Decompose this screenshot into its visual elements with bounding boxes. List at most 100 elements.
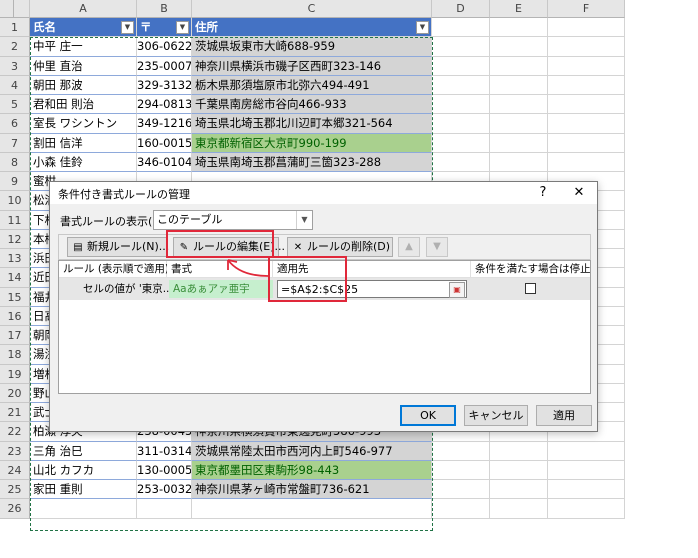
- row-header[interactable]: 20: [0, 383, 30, 403]
- empty-cell[interactable]: [432, 152, 490, 172]
- row-header[interactable]: 13: [0, 249, 30, 269]
- row-header[interactable]: 18: [0, 345, 30, 365]
- empty-cell[interactable]: [490, 133, 548, 153]
- row-header[interactable]: 19: [0, 364, 30, 384]
- new-rule-button[interactable]: ▤ 新規ルール(N)...: [67, 237, 169, 257]
- empty-cell[interactable]: [548, 75, 625, 95]
- postal-cell[interactable]: 346-0104: [137, 152, 192, 172]
- postal-cell[interactable]: 349-1216: [137, 114, 192, 134]
- empty-cell[interactable]: [548, 95, 625, 115]
- help-button[interactable]: ?: [528, 183, 558, 203]
- row-header[interactable]: 25: [0, 480, 30, 500]
- address-cell[interactable]: 神奈川県横浜市磯子区西町323-146: [192, 56, 432, 76]
- postal-cell[interactable]: 311-0314: [137, 441, 192, 461]
- empty-cell[interactable]: [490, 37, 548, 57]
- name-cell[interactable]: 仲里 直治: [30, 56, 137, 76]
- row-header[interactable]: 15: [0, 287, 30, 307]
- name-cell[interactable]: 割田 信洋: [30, 133, 137, 153]
- row-header[interactable]: 16: [0, 306, 30, 326]
- empty-cell[interactable]: [490, 95, 548, 115]
- empty-cell[interactable]: [490, 18, 548, 38]
- postal-cell[interactable]: 253-0032: [137, 480, 192, 500]
- filter-dropdown-icon[interactable]: ▼: [176, 21, 189, 34]
- row-header[interactable]: 4: [0, 75, 30, 95]
- ok-button[interactable]: OK: [400, 405, 456, 426]
- empty-cell[interactable]: [432, 499, 490, 519]
- empty-cell[interactable]: [490, 460, 548, 480]
- row-header[interactable]: 5: [0, 95, 30, 115]
- empty-cell[interactable]: [548, 480, 625, 500]
- empty-cell[interactable]: [30, 499, 137, 519]
- column-header-b[interactable]: B: [137, 0, 192, 18]
- postal-cell[interactable]: 294-0813: [137, 95, 192, 115]
- address-cell[interactable]: 埼玉県北埼玉郡北川辺町本郷321-564: [192, 114, 432, 134]
- row-header[interactable]: 23: [0, 441, 30, 461]
- empty-cell[interactable]: [490, 75, 548, 95]
- empty-cell[interactable]: [432, 56, 490, 76]
- row-header[interactable]: 12: [0, 229, 30, 249]
- delete-rule-button[interactable]: ✕ ルールの削除(D): [287, 237, 393, 257]
- empty-cell[interactable]: [490, 114, 548, 134]
- filter-dropdown-icon[interactable]: ▼: [416, 21, 429, 34]
- row-header[interactable]: 1: [0, 18, 30, 38]
- row-header[interactable]: 10: [0, 191, 30, 211]
- table-header-name[interactable]: 氏名 ▼: [30, 18, 137, 38]
- address-cell[interactable]: 神奈川県茅ヶ崎市常盤町736-621: [192, 480, 432, 500]
- row-header[interactable]: 21: [0, 403, 30, 423]
- name-cell[interactable]: 山北 カフカ: [30, 460, 137, 480]
- address-cell[interactable]: 栃木県那須塩原市北弥六494-491: [192, 75, 432, 95]
- address-cell[interactable]: 茨城県常陸太田市西河内上町546-977: [192, 441, 432, 461]
- empty-cell[interactable]: [432, 441, 490, 461]
- show-rules-select[interactable]: このテーブル ▼: [153, 210, 313, 230]
- empty-cell[interactable]: [490, 480, 548, 500]
- column-header-d[interactable]: D: [432, 0, 490, 18]
- address-cell[interactable]: 東京都新宿区大京町990-199: [192, 133, 432, 153]
- rule-row[interactable]: セルの値が '東京... Aaあぁアァ亜宇 =$A$2:$C$25 ▣: [59, 278, 590, 300]
- empty-cell[interactable]: [548, 499, 625, 519]
- empty-cell[interactable]: [432, 18, 490, 38]
- postal-cell[interactable]: 160-0015: [137, 133, 192, 153]
- empty-cell[interactable]: [548, 114, 625, 134]
- stop-if-true-checkbox[interactable]: [525, 283, 536, 294]
- row-header[interactable]: 17: [0, 326, 30, 346]
- address-cell[interactable]: 茨城県坂東市大崎688-959: [192, 37, 432, 57]
- empty-cell[interactable]: [432, 114, 490, 134]
- name-cell[interactable]: 君和田 則治: [30, 95, 137, 115]
- name-cell[interactable]: 中平 庄一: [30, 37, 137, 57]
- close-button[interactable]: ✕: [564, 183, 594, 203]
- empty-cell[interactable]: [490, 441, 548, 461]
- row-header[interactable]: 6: [0, 114, 30, 134]
- select-all-corner[interactable]: [0, 0, 14, 18]
- empty-cell[interactable]: [432, 460, 490, 480]
- empty-cell[interactable]: [432, 75, 490, 95]
- row-header[interactable]: 8: [0, 152, 30, 172]
- postal-cell[interactable]: 329-3132: [137, 75, 192, 95]
- empty-cell[interactable]: [137, 499, 192, 519]
- table-header-address[interactable]: 住所 ▼: [192, 18, 432, 38]
- empty-cell[interactable]: [432, 480, 490, 500]
- row-header[interactable]: 26: [0, 499, 30, 519]
- row-header[interactable]: 3: [0, 56, 30, 76]
- row-header[interactable]: 11: [0, 210, 30, 230]
- empty-cell[interactable]: [432, 95, 490, 115]
- table-header-postal[interactable]: 〒 ▼: [137, 18, 192, 38]
- address-cell[interactable]: 埼玉県南埼玉郡菖蒲町三箇323-288: [192, 152, 432, 172]
- row-header[interactable]: 7: [0, 133, 30, 153]
- column-header-c[interactable]: C: [192, 0, 432, 18]
- applies-to-input[interactable]: =$A$2:$C$25 ▣: [277, 280, 467, 298]
- name-cell[interactable]: 家田 重則: [30, 480, 137, 500]
- empty-cell[interactable]: [490, 499, 548, 519]
- postal-cell[interactable]: 130-0005: [137, 460, 192, 480]
- postal-cell[interactable]: 235-0007: [137, 56, 192, 76]
- edit-rule-button[interactable]: ✎ ルールの編集(E)...: [173, 237, 285, 257]
- postal-cell[interactable]: 306-0622: [137, 37, 192, 57]
- range-picker-icon[interactable]: ▣: [449, 282, 465, 298]
- empty-cell[interactable]: [490, 56, 548, 76]
- apply-button[interactable]: 適用: [536, 405, 592, 426]
- cancel-button[interactable]: キャンセル: [464, 405, 528, 426]
- row-header[interactable]: 2: [0, 37, 30, 57]
- move-down-button[interactable]: ▼: [426, 237, 448, 257]
- empty-cell[interactable]: [432, 133, 490, 153]
- address-cell[interactable]: 東京都墨田区東駒形98-443: [192, 460, 432, 480]
- name-cell[interactable]: 室長 ワシントン: [30, 114, 137, 134]
